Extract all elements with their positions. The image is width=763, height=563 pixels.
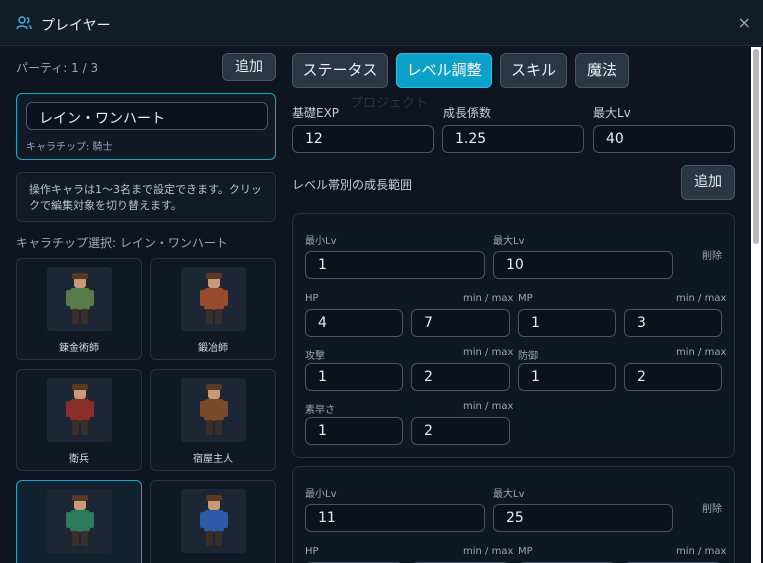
def-max-input[interactable]: 2	[624, 363, 722, 391]
member-chip-label: キャラチップ: 騎士	[26, 142, 113, 153]
mp-label: MP	[518, 546, 533, 557]
window-titlebar: プレイヤー ×	[0, 0, 763, 46]
base-exp-label: 基礎EXP	[292, 106, 340, 120]
users-icon	[16, 16, 32, 30]
mp-label: MP	[518, 293, 533, 304]
mp-min-input[interactable]: 1	[518, 309, 616, 337]
chip-card[interactable]: 錬金術師	[16, 258, 142, 360]
window-title: プレイヤー	[41, 18, 111, 34]
base-exp-input[interactable]: 12	[292, 125, 434, 153]
chip-card[interactable]: 魔法使い	[150, 480, 276, 563]
hp-minmax-label: min / max	[463, 293, 514, 304]
chip-card[interactable]: 騎士	[16, 480, 142, 563]
atk-min-input[interactable]: 1	[305, 363, 403, 391]
chip-select-label: キャラチップ選択: レイン・ワンハート	[16, 236, 228, 250]
close-icon[interactable]: ×	[738, 15, 751, 31]
hp-min-input[interactable]: 4	[305, 309, 403, 337]
spd-max-input[interactable]: 2	[411, 417, 510, 445]
info-note: 操作キャラは1〜3名まで設定できます。クリックで編集対象を切り替えます。	[16, 172, 276, 222]
chip-card[interactable]: 鍛冶師	[150, 258, 276, 360]
spd-min-input[interactable]: 1	[305, 417, 403, 445]
chip-name: 衛兵	[69, 454, 89, 465]
max-lv-input[interactable]: 25	[493, 504, 673, 532]
mp-minmax-label: min / max	[676, 546, 727, 557]
character-sprite	[47, 489, 112, 553]
def-label: 防御	[518, 351, 538, 362]
tab-magic[interactable]: 魔法	[575, 53, 629, 88]
party-count-label: パーティ: 1 / 3	[16, 61, 99, 75]
character-sprite	[181, 378, 246, 442]
hp-minmax-label: min / max	[463, 546, 514, 557]
atk-minmax-label: min / max	[463, 347, 514, 358]
mp-minmax-label: min / max	[676, 293, 727, 304]
def-minmax-label: min / max	[676, 347, 727, 358]
spd-label: 素早さ	[305, 405, 335, 416]
atk-max-input[interactable]: 2	[411, 363, 510, 391]
max-lv-input[interactable]: 40	[593, 125, 735, 153]
min-lv-label: 最小Lv	[305, 236, 337, 247]
mp-max-input[interactable]: 3	[624, 309, 722, 337]
background-ghost-text: プロジェクト	[350, 96, 429, 111]
tab-level[interactable]: レベル調整	[396, 53, 492, 88]
growth-input[interactable]: 1.25	[442, 125, 584, 153]
character-sprite	[181, 489, 246, 553]
growth-label: 成長係数	[443, 106, 492, 120]
party-member-card[interactable]: レイン・ワンハート キャラチップ: 騎士	[16, 93, 276, 160]
delete-range-button[interactable]: 削除	[702, 500, 722, 515]
def-min-input[interactable]: 1	[518, 363, 616, 391]
scrollbar-thumb[interactable]	[753, 49, 759, 244]
member-name-input[interactable]: レイン・ワンハート	[26, 102, 268, 130]
add-range-button[interactable]: 追加	[681, 165, 735, 200]
character-sprite	[47, 378, 112, 442]
tab-status[interactable]: ステータス	[292, 53, 388, 88]
add-member-button[interactable]: 追加	[222, 53, 276, 81]
tab-skill[interactable]: スキル	[500, 53, 567, 88]
min-lv-label: 最小Lv	[305, 489, 337, 500]
max-lv-input[interactable]: 10	[493, 251, 673, 279]
vertical-scrollbar[interactable]	[751, 47, 761, 563]
hp-label: HP	[305, 546, 319, 557]
max-lv-label: 最大Lv	[493, 236, 525, 247]
min-lv-input[interactable]: 1	[305, 251, 485, 279]
chip-name: 鍛冶師	[198, 343, 228, 354]
spd-minmax-label: min / max	[463, 401, 514, 412]
chip-card[interactable]: 宿屋主人	[150, 369, 276, 471]
chip-name: 錬金術師	[59, 343, 99, 354]
character-sprite	[181, 267, 246, 331]
max-lv-label: 最大Lv	[593, 106, 631, 120]
max-lv-label: 最大Lv	[493, 489, 525, 500]
hp-label: HP	[305, 293, 319, 304]
hp-max-input[interactable]: 7	[411, 309, 510, 337]
min-lv-input[interactable]: 11	[305, 504, 485, 532]
character-sprite	[47, 267, 112, 331]
range-card: 最小Lv 11 最大Lv 25 削除 HP min / max MP min /…	[292, 466, 735, 563]
chip-name: 宿屋主人	[193, 454, 233, 465]
chip-card[interactable]: 衛兵	[16, 369, 142, 471]
ranges-label: レベル帯別の成長範囲	[292, 178, 413, 192]
range-card: 最小Lv 1 最大Lv 10 削除 HP min / max 4 7 MP mi…	[292, 213, 735, 458]
delete-range-button[interactable]: 削除	[702, 247, 722, 262]
atk-label: 攻撃	[305, 351, 325, 362]
